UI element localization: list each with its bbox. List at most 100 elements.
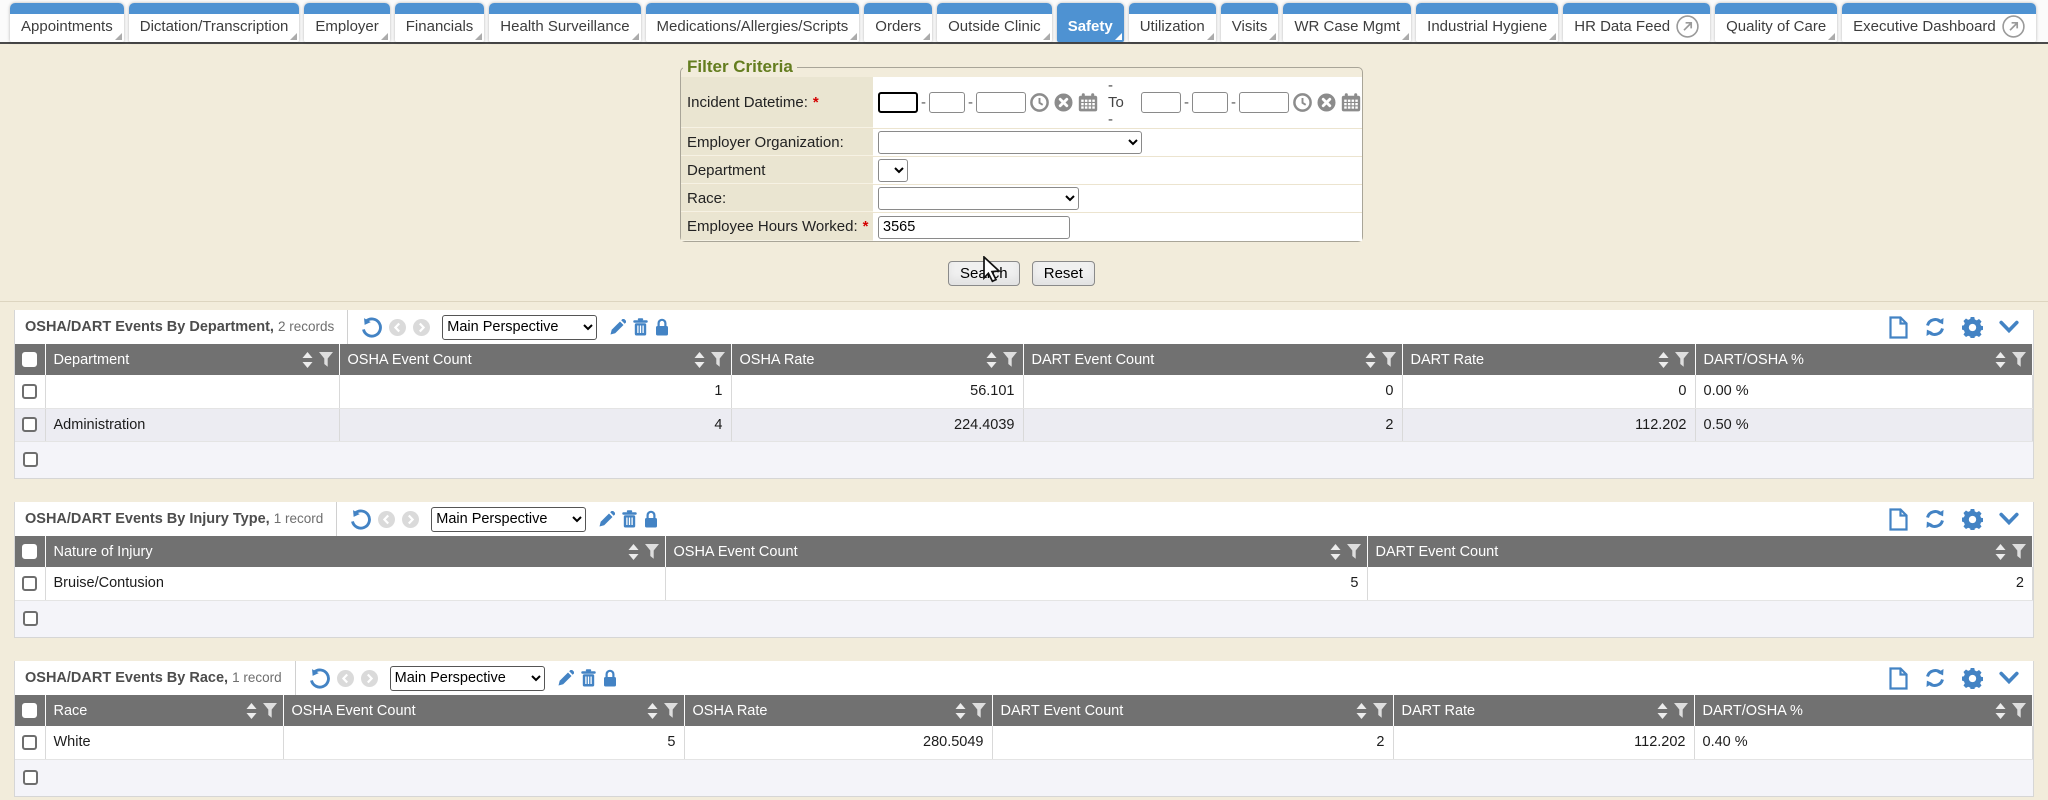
sort-icon[interactable] [694,352,705,368]
filter-icon[interactable] [1675,352,1689,367]
row-checkbox[interactable] [22,576,37,591]
tab-health-surveillance[interactable]: Health Surveillance [489,3,640,42]
lock-icon[interactable] [603,669,617,687]
sort-icon[interactable] [1356,703,1367,719]
row-checkbox[interactable] [22,384,37,399]
lock-icon[interactable] [655,318,669,336]
filter-icon[interactable] [263,703,277,718]
sort-icon[interactable] [1330,544,1341,560]
datetime-part-input[interactable] [1239,92,1289,113]
filter-icon[interactable] [1003,352,1017,367]
previous-icon[interactable] [389,319,406,336]
sort-icon[interactable] [986,352,997,368]
refresh-icon[interactable] [1924,668,1946,688]
select-all-checkbox[interactable] [22,352,37,367]
edit-icon[interactable] [609,319,626,336]
delete-icon[interactable] [622,510,637,528]
filter-icon[interactable] [711,352,725,367]
sort-icon[interactable] [647,703,658,719]
new-record-checkbox[interactable] [23,770,38,785]
tab-employer[interactable]: Employer [304,3,389,42]
filter-icon[interactable] [972,703,986,718]
tab-hr-data-feed[interactable]: HR Data Feed [1563,3,1710,42]
filter-icon[interactable] [645,544,659,559]
undo-icon[interactable] [309,668,330,689]
search-button[interactable]: Search [948,261,1020,286]
time-icon[interactable] [1293,93,1312,112]
perspective-select[interactable]: Main Perspective [390,666,545,691]
new-record-checkbox[interactable] [23,611,38,626]
sort-icon[interactable] [1365,352,1376,368]
sort-icon[interactable] [1658,352,1669,368]
previous-icon[interactable] [337,670,354,687]
new-page-icon[interactable] [1889,508,1908,531]
sort-icon[interactable] [1995,703,2006,719]
race-select[interactable] [878,187,1079,210]
sort-icon[interactable] [1995,544,2006,560]
delete-icon[interactable] [581,669,596,687]
edit-icon[interactable] [557,670,574,687]
collapse-icon[interactable] [1999,320,2019,334]
delete-icon[interactable] [633,318,648,336]
tab-industrial-hygiene[interactable]: Industrial Hygiene [1416,3,1558,42]
tab-outside-clinic[interactable]: Outside Clinic [937,3,1052,42]
row-checkbox[interactable] [22,417,37,432]
new-page-icon[interactable] [1889,316,1908,339]
refresh-icon[interactable] [1924,509,1946,529]
settings-icon[interactable] [1962,509,1983,530]
next-icon[interactable] [402,511,419,528]
filter-icon[interactable] [1347,544,1361,559]
external-link-icon[interactable] [1676,15,1699,38]
tab-dictation-transcription[interactable]: Dictation/Transcription [129,3,300,42]
datetime-part-input[interactable] [1141,92,1181,113]
settings-icon[interactable] [1962,668,1983,689]
tab-medications-allergies-scripts[interactable]: Medications/Allergies/Scripts [646,3,860,42]
settings-icon[interactable] [1962,317,1983,338]
collapse-icon[interactable] [1999,512,2019,526]
collapse-icon[interactable] [1999,671,2019,685]
refresh-icon[interactable] [1924,317,1946,337]
external-link-icon[interactable] [2002,15,2025,38]
sort-icon[interactable] [302,352,313,368]
reset-button[interactable]: Reset [1032,261,1095,286]
edit-icon[interactable] [598,511,615,528]
calendar-icon[interactable] [1078,93,1098,112]
sort-icon[interactable] [1995,352,2006,368]
undo-icon[interactable] [361,317,382,338]
perspective-select[interactable]: Main Perspective [442,315,597,340]
datetime-part-input[interactable] [976,92,1026,113]
new-record-checkbox[interactable] [23,452,38,467]
employee-hours-worked-input[interactable] [878,216,1070,239]
next-icon[interactable] [361,670,378,687]
clear-icon[interactable] [1317,93,1336,112]
filter-icon[interactable] [1382,352,1396,367]
datetime-part-input[interactable] [929,92,965,113]
clear-icon[interactable] [1054,93,1073,112]
undo-icon[interactable] [350,509,371,530]
tab-visits[interactable]: Visits [1221,3,1279,42]
tab-wr-case-mgmt[interactable]: WR Case Mgmt [1283,3,1411,42]
previous-icon[interactable] [378,511,395,528]
sort-icon[interactable] [1657,703,1668,719]
filter-icon[interactable] [1373,703,1387,718]
new-page-icon[interactable] [1889,667,1908,690]
datetime-part-input[interactable] [878,92,918,113]
employer-organization-select[interactable] [878,131,1142,154]
calendar-icon[interactable] [1341,93,1361,112]
tab-safety[interactable]: Safety [1057,3,1124,42]
sort-icon[interactable] [955,703,966,719]
filter-icon[interactable] [1674,703,1688,718]
tab-utilization[interactable]: Utilization [1129,3,1216,42]
tab-executive-dashboard[interactable]: Executive Dashboard [1842,3,2036,42]
filter-icon[interactable] [2012,703,2026,718]
department-select[interactable] [878,159,908,182]
filter-icon[interactable] [319,352,333,367]
datetime-part-input[interactable] [1192,92,1228,113]
filter-icon[interactable] [2012,352,2026,367]
time-icon[interactable] [1030,93,1049,112]
tab-financials[interactable]: Financials [395,3,485,42]
tab-appointments[interactable]: Appointments [10,3,124,42]
row-checkbox[interactable] [22,735,37,750]
next-icon[interactable] [413,319,430,336]
perspective-select[interactable]: Main Perspective [431,507,586,532]
